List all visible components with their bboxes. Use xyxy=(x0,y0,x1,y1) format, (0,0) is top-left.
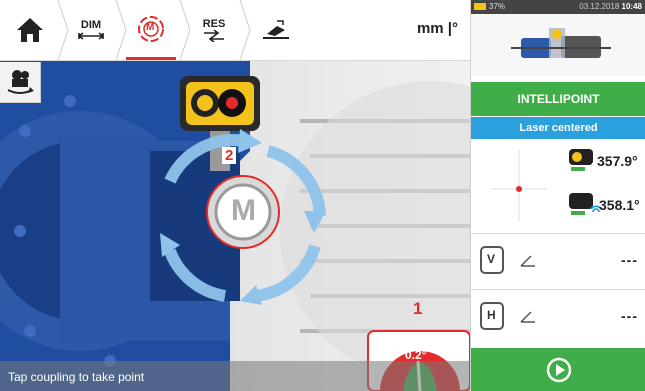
gauge-value: 0.2° xyxy=(405,348,427,362)
vertical-row[interactable]: V --- xyxy=(471,233,645,288)
play-icon xyxy=(546,357,571,382)
laser-target-icon xyxy=(491,149,547,221)
res-button[interactable]: RES xyxy=(192,0,236,60)
dim-button[interactable]: DIM xyxy=(70,0,112,60)
laser-status-text: Laser centered xyxy=(519,122,598,134)
coupling-h-icon: H xyxy=(477,299,507,333)
intellipoint-button[interactable]: INTELLIPOINT xyxy=(471,82,645,116)
toolbar-separator xyxy=(57,0,69,60)
angle-icon xyxy=(520,311,535,323)
vertical-badge: V xyxy=(487,252,496,266)
coupling-v-icon: V xyxy=(477,243,507,277)
measure-button[interactable]: M xyxy=(126,0,176,60)
machine-view-icon xyxy=(263,20,289,39)
res-icon xyxy=(204,30,224,42)
battery-icon xyxy=(474,3,486,10)
sensor-readings: 357.9° 358.1° xyxy=(471,139,645,231)
play-button[interactable] xyxy=(471,348,645,391)
toolbar: DIM M RES mm |° xyxy=(0,0,470,61)
laser-status: Laser centered xyxy=(471,117,645,139)
home-button[interactable] xyxy=(12,0,48,60)
motor-label[interactable]: M xyxy=(231,194,256,228)
dim-label: DIM xyxy=(80,19,102,31)
dim-icon xyxy=(77,32,105,40)
transducer-icon xyxy=(569,193,602,215)
sensor-icon xyxy=(569,149,593,171)
angle-icon xyxy=(520,255,535,267)
status-bar: Tap coupling to take point xyxy=(0,361,470,391)
machine-view-button[interactable] xyxy=(254,0,298,60)
vertical-value: --- xyxy=(621,252,638,268)
right-panel: 37% 03.12.2018 10:48 INTELLIPOINT Laser … xyxy=(470,0,645,391)
toolbar-separator xyxy=(179,0,191,60)
machine-thumbnail-icon xyxy=(511,28,611,58)
toolbar-separator xyxy=(239,0,251,60)
step-badge-rotate: 2 xyxy=(222,147,237,164)
step-badge-gauge: 1 xyxy=(413,299,423,318)
units-toggle[interactable]: mm |° xyxy=(417,20,458,37)
machine-scene: M 2 1 0.2° Tap coupling to take point xyxy=(0,61,470,391)
sensor-angle: 357.9° xyxy=(597,153,638,169)
date-time: 03.12.2018 10:48 xyxy=(579,2,642,11)
home-icon xyxy=(17,18,43,42)
camera-rotate-button[interactable] xyxy=(0,62,41,103)
status-text: Tap coupling to take point xyxy=(8,370,145,384)
horizontal-row[interactable]: H --- xyxy=(471,289,645,344)
measure-badge: M xyxy=(146,22,155,33)
machine-thumbnail[interactable] xyxy=(471,14,645,76)
horizontal-badge: H xyxy=(487,308,496,322)
horizontal-value: --- xyxy=(621,308,638,324)
transducer-angle: 358.1° xyxy=(599,197,640,213)
date: 03.12.2018 xyxy=(579,2,620,11)
time: 10:48 xyxy=(621,2,642,11)
res-label: RES xyxy=(202,18,226,30)
system-bar: 37% 03.12.2018 10:48 xyxy=(471,0,645,14)
camera-rotate-icon xyxy=(7,70,34,94)
battery-percent: 37% xyxy=(489,2,506,11)
intellipoint-label: INTELLIPOINT xyxy=(517,92,600,106)
